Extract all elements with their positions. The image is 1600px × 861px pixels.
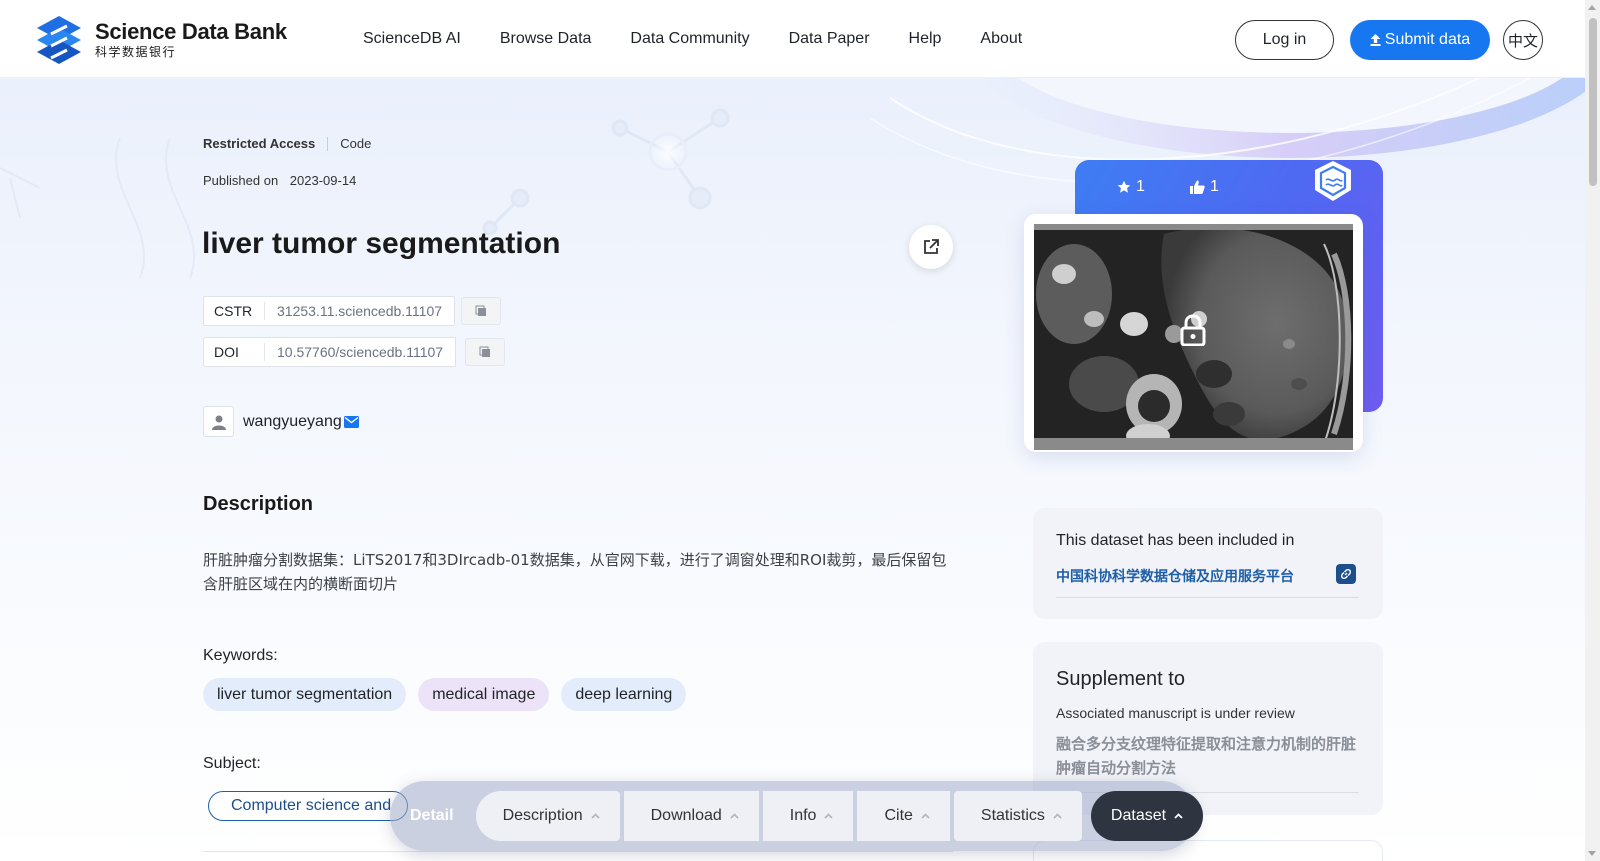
- author: wangyueyang: [203, 406, 359, 437]
- published-value: 2023-09-14: [289, 173, 357, 188]
- chevron-up-icon: [921, 813, 930, 819]
- tab-label: Download: [650, 807, 722, 824]
- doi-value: 10.57760/sciencedb.11107: [277, 344, 444, 360]
- published-date: Published on 2023-09-14: [203, 173, 356, 188]
- cstr-label: CSTR: [204, 302, 265, 320]
- tab-label: Info: [789, 807, 817, 824]
- section-tab-info[interactable]: Info: [762, 791, 854, 841]
- nav-browse-data[interactable]: Browse Data: [500, 30, 592, 48]
- keywords-list: liver tumor segmentation medical image d…: [203, 678, 687, 711]
- main-nav: ScienceDB AI Browse Data Data Community …: [363, 0, 1061, 78]
- avatar: [203, 406, 234, 437]
- supplement-title: Supplement to: [1056, 668, 1185, 690]
- subject-label: Subject:: [203, 755, 261, 772]
- subject-tag[interactable]: Computer science and: [208, 791, 408, 821]
- section-tab-dataset[interactable]: Dataset: [1090, 791, 1204, 841]
- chevron-up-icon: [730, 813, 739, 819]
- logo[interactable]: Science Data Bank 科学数据银行: [31, 12, 287, 68]
- image-border-top: [1034, 224, 1353, 230]
- dataset-meta: Restricted Access Code: [203, 136, 371, 151]
- copy-cstr-button[interactable]: [461, 297, 501, 325]
- share-icon: [924, 239, 939, 254]
- language-toggle[interactable]: 中文: [1503, 20, 1543, 60]
- supplement-status: Associated manuscript is under review: [1056, 705, 1295, 721]
- scroll-down-arrow[interactable]: [1588, 851, 1596, 856]
- published-label: Published on: [203, 173, 279, 188]
- scroll-up-arrow[interactable]: [1588, 5, 1596, 10]
- chevron-up-icon: [824, 813, 834, 819]
- copy-icon: [475, 305, 486, 316]
- lock-icon: [1180, 314, 1206, 346]
- chevron-up-icon: [1053, 813, 1062, 819]
- keyword-tag[interactable]: deep learning: [561, 678, 687, 711]
- nav-data-paper[interactable]: Data Paper: [789, 30, 870, 48]
- like-count[interactable]: 1: [1190, 178, 1219, 196]
- tab-label: Statistics: [980, 807, 1045, 824]
- dataset-type: Code: [340, 136, 372, 151]
- star-count[interactable]: 1: [1117, 178, 1145, 196]
- cstr-value: 31253.11.sciencedb.11107: [277, 303, 443, 319]
- keyword-tag[interactable]: medical image: [418, 678, 550, 711]
- submit-data-label: Submit data: [1384, 31, 1471, 48]
- star-count-value: 1: [1136, 178, 1145, 195]
- external-link-icon[interactable]: [1336, 564, 1356, 584]
- login-button[interactable]: Log in: [1235, 20, 1334, 60]
- logo-subtitle: 科学数据银行: [95, 45, 177, 59]
- tab-label: Dataset: [1110, 807, 1167, 824]
- nav-data-community[interactable]: Data Community: [630, 30, 749, 48]
- divider: [203, 851, 953, 852]
- dataset-title: liver tumor segmentation: [202, 227, 561, 260]
- like-count-value: 1: [1210, 178, 1219, 195]
- keyword-tag[interactable]: liver tumor segmentation: [203, 678, 407, 711]
- logo-title: Science Data Bank: [95, 19, 287, 44]
- tab-label: Description: [502, 807, 583, 824]
- site-header: Science Data Bank 科学数据银行 ScienceDB AI Br…: [0, 0, 1585, 78]
- chevron-up-icon: [1174, 813, 1183, 819]
- section-nav-label: Detail: [410, 807, 454, 824]
- section-tab-statistics[interactable]: Statistics: [953, 791, 1082, 841]
- included-platform-link[interactable]: 中国科协科学数据仓储及应用服务平台: [1056, 566, 1294, 586]
- section-tab-description[interactable]: Description: [475, 791, 620, 841]
- star-icon: [1117, 180, 1131, 193]
- user-icon: [211, 415, 226, 430]
- page-scrollbar[interactable]: [1585, 0, 1600, 861]
- doi-label: DOI: [204, 343, 265, 361]
- included-text: This dataset has been included in: [1056, 532, 1295, 549]
- chevron-up-icon: [591, 813, 600, 819]
- divider: [1056, 597, 1359, 598]
- doi-field: DOI 10.57760/sciencedb.11107: [203, 337, 457, 367]
- access-level: Restricted Access: [203, 136, 316, 151]
- author-name[interactable]: wangyueyang: [243, 413, 342, 431]
- preview-image[interactable]: [1034, 224, 1353, 450]
- keywords-label: Keywords:: [203, 647, 278, 664]
- scroll-thumb[interactable]: [1589, 18, 1597, 186]
- mail-icon[interactable]: [343, 415, 359, 428]
- section-tab-download[interactable]: Download: [623, 791, 759, 841]
- included-in-panel: This dataset has been included in 中国科协科学…: [1033, 508, 1383, 619]
- shield-badge-icon: [1315, 161, 1351, 201]
- section-tab-cite[interactable]: Cite: [857, 791, 950, 841]
- description-heading: Description: [203, 493, 314, 515]
- image-border-bottom: [1034, 438, 1353, 450]
- copy-icon: [479, 346, 490, 357]
- thumbs-up-icon: [1190, 180, 1205, 194]
- upload-icon: [1370, 34, 1381, 46]
- nav-sciencedb-ai[interactable]: ScienceDB AI: [363, 30, 461, 48]
- share-button[interactable]: [909, 225, 953, 269]
- logo-mark-icon: [37, 16, 81, 64]
- submit-data-button[interactable]: Submit data: [1350, 20, 1490, 60]
- copy-doi-button[interactable]: [465, 338, 505, 366]
- cstr-field: CSTR 31253.11.sciencedb.11107: [203, 296, 456, 326]
- description-text: 肝脏肿瘤分割数据集：LiTS2017和3DIrcadb-01数据集，从官网下载，…: [203, 551, 947, 593]
- nav-help[interactable]: Help: [909, 30, 942, 48]
- tab-label: Cite: [884, 807, 913, 824]
- meta-divider: [327, 136, 329, 151]
- section-nav-bar: Detail Description Download Info Cite St…: [390, 781, 1204, 851]
- manuscript-title: 融合多分支纹理特征提取和注意力机制的肝脏肿瘤自动分割方法: [1056, 735, 1357, 777]
- nav-about[interactable]: About: [980, 30, 1022, 48]
